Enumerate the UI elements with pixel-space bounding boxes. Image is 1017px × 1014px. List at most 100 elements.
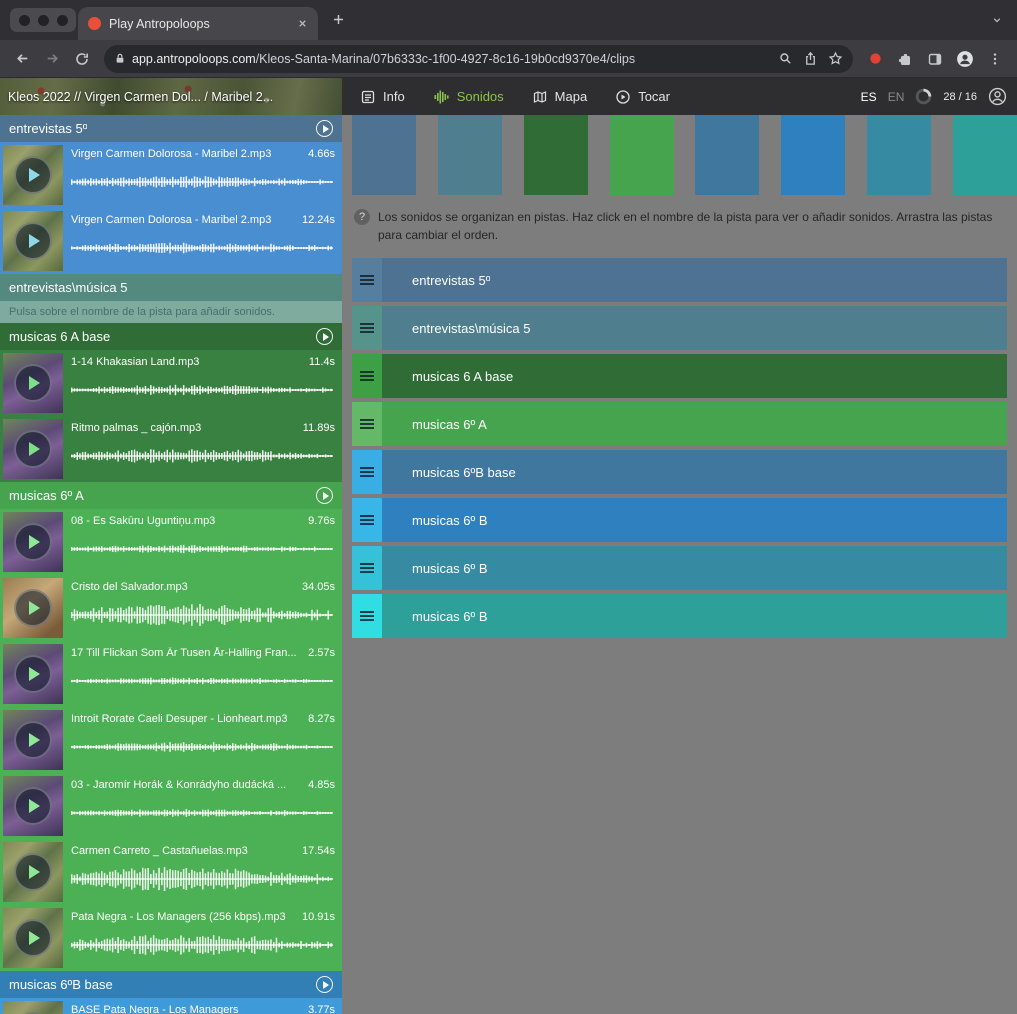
play-track-button[interactable] — [316, 328, 333, 345]
browser-avatar[interactable] — [951, 45, 979, 73]
track-row[interactable]: musicas 6ºB base — [352, 450, 1007, 494]
site-header: Kleos 2022 // Virgen Carmen Dol... / Mar… — [0, 78, 1017, 115]
clip-row[interactable]: Cristo del Salvador.mp3 34.05s — [0, 575, 342, 641]
play-triangle-icon — [29, 667, 40, 681]
new-tab-button[interactable] — [332, 13, 345, 26]
track-row[interactable]: entrevistas 5º — [352, 258, 1007, 302]
track-row[interactable]: musicas 6 A base — [352, 354, 1007, 398]
track-swatch-7[interactable] — [867, 115, 931, 195]
play-triangle-icon — [29, 535, 40, 549]
nav-tab-sonidos[interactable]: Sonidos — [433, 89, 504, 105]
track-row[interactable]: musicas 6º B — [352, 546, 1007, 590]
clip-row[interactable]: 03 - Jaromír Horák & Konrádyho dudácká .… — [0, 773, 342, 839]
track-row[interactable]: musicas 6º A — [352, 402, 1007, 446]
clip-row[interactable]: Virgen Carmen Dolorosa - Maribel 2.mp3 4… — [0, 142, 342, 208]
lang-es[interactable]: ES — [861, 90, 877, 104]
drag-handle[interactable] — [352, 402, 382, 446]
url-bar[interactable]: app.antropoloops.com/Kleos-Santa-Marina/… — [104, 45, 853, 73]
window-close-icon[interactable] — [19, 15, 30, 26]
drag-handle[interactable] — [352, 450, 382, 494]
track-title: musicas 6 A base — [9, 329, 110, 344]
play-clip-button[interactable] — [14, 222, 52, 260]
clip-row[interactable]: Pata Negra - Los Managers (256 kbps).mp3… — [0, 905, 342, 971]
play-clip-button[interactable] — [14, 589, 52, 627]
track-swatch-8[interactable] — [953, 115, 1017, 195]
track-label: musicas 6º B — [412, 513, 488, 528]
nav-tab-info[interactable]: Info — [360, 89, 405, 105]
account-icon[interactable] — [988, 87, 1007, 106]
window-controls[interactable] — [10, 8, 76, 32]
track-swatch-3[interactable] — [524, 115, 588, 195]
url-path: /Kleos-Santa-Marina/07b6333c-1f00-4927-8… — [256, 52, 635, 66]
track-swatch-1[interactable] — [352, 115, 416, 195]
drag-handle-icon — [360, 515, 374, 525]
tracks-list: entrevistas 5º entrevistas\música 5 musi… — [342, 258, 1017, 638]
nav-label: Info — [383, 89, 405, 104]
window-minimize-icon[interactable] — [38, 15, 49, 26]
track-swatch-2[interactable] — [438, 115, 502, 195]
play-clip-button[interactable] — [14, 430, 52, 468]
clip-row[interactable]: Carmen Carreto _ Castañuelas.mp3 17.54s — [0, 839, 342, 905]
reload-button[interactable] — [68, 45, 96, 73]
track-header[interactable]: musicas 6º A — [0, 482, 342, 509]
track-swatch-5[interactable] — [695, 115, 759, 195]
track-swatch-4[interactable] — [610, 115, 674, 195]
back-button[interactable] — [8, 45, 36, 73]
clip-duration: 34.05s — [302, 581, 335, 593]
track-row[interactable]: musicas 6º B — [352, 498, 1007, 542]
map-icon — [532, 89, 548, 105]
play-clip-button[interactable] — [14, 853, 52, 891]
track-swatch-6[interactable] — [781, 115, 845, 195]
clip-thumbnail — [3, 710, 63, 770]
play-track-button[interactable] — [316, 487, 333, 504]
record-extension-icon[interactable] — [861, 45, 889, 73]
clip-row[interactable]: 08 - Es Sakūru Uguntiņu.mp3 9.76s — [0, 509, 342, 575]
clip-row[interactable]: BASE Pata Negra - Los Managers 3.77s — [0, 998, 342, 1014]
track-header[interactable]: musicas 6ºB base — [0, 971, 342, 998]
track-row[interactable]: entrevistas\música 5 — [352, 306, 1007, 350]
play-triangle-icon — [29, 168, 40, 182]
empty-track-note: Pulsa sobre el nombre de la pista para a… — [0, 301, 342, 323]
clip-row[interactable]: Introit Rorate Caeli Desuper - Lionheart… — [0, 707, 342, 773]
play-clip-button[interactable] — [14, 919, 52, 957]
browser-tab[interactable]: Play Antropoloops — [78, 7, 318, 40]
forward-button[interactable] — [38, 45, 66, 73]
nav-tab-tocar[interactable]: Tocar — [615, 89, 670, 105]
breadcrumb[interactable]: Kleos 2022 // Virgen Carmen Dol... / Mar… — [0, 78, 342, 115]
bookmark-star-icon[interactable] — [828, 51, 843, 66]
close-tab-icon[interactable] — [297, 18, 308, 29]
drag-handle[interactable] — [352, 498, 382, 542]
play-clip-button[interactable] — [14, 655, 52, 693]
play-clip-button[interactable] — [14, 721, 52, 759]
browser-menu-icon[interactable] — [981, 45, 1009, 73]
window-zoom-icon[interactable] — [57, 15, 68, 26]
play-clip-button[interactable] — [14, 156, 52, 194]
track-header[interactable]: musicas 6 A base — [0, 323, 342, 350]
drag-handle[interactable] — [352, 306, 382, 350]
clip-row[interactable]: 17 Till Flickan Som Är Tusen År-Halling … — [0, 641, 342, 707]
track-header[interactable]: entrevistas\música 5 — [0, 274, 342, 301]
track-header[interactable]: entrevistas 5º — [0, 115, 342, 142]
nav-tab-mapa[interactable]: Mapa — [532, 89, 588, 105]
tab-search-chevron-icon[interactable] — [991, 15, 1003, 25]
play-clip-button[interactable] — [14, 787, 52, 825]
drag-handle[interactable] — [352, 354, 382, 398]
clip-duration: 4.66s — [308, 148, 335, 160]
extensions-puzzle-icon[interactable] — [891, 45, 919, 73]
clip-row[interactable]: 1-14 Khakasian Land.mp3 11.4s — [0, 350, 342, 416]
side-panel-icon[interactable] — [921, 45, 949, 73]
track-row[interactable]: musicas 6º B — [352, 594, 1007, 638]
zoom-icon[interactable] — [778, 51, 793, 66]
clip-row[interactable]: Ritmo palmas _ cajón.mp3 11.89s — [0, 416, 342, 482]
clip-name: 03 - Jaromír Horák & Konrádyho dudácká .… — [71, 779, 286, 791]
drag-handle[interactable] — [352, 594, 382, 638]
drag-handle[interactable] — [352, 258, 382, 302]
share-icon[interactable] — [803, 51, 818, 66]
play-clip-button[interactable] — [14, 523, 52, 561]
clip-row[interactable]: Virgen Carmen Dolorosa - Maribel 2.mp3 1… — [0, 208, 342, 274]
drag-handle[interactable] — [352, 546, 382, 590]
play-track-button[interactable] — [316, 120, 333, 137]
play-clip-button[interactable] — [14, 364, 52, 402]
play-track-button[interactable] — [316, 976, 333, 993]
lang-en[interactable]: EN — [888, 90, 905, 104]
